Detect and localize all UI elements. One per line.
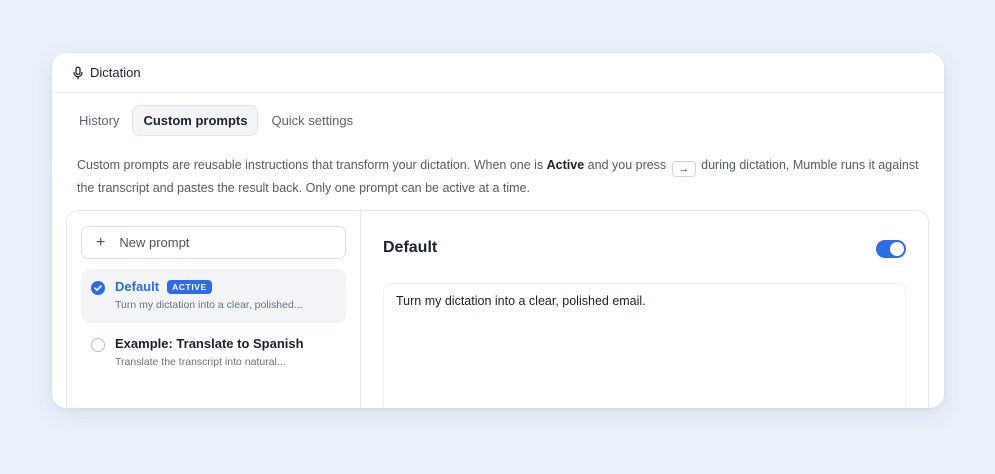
prompt-item-translate[interactable]: Example: Translate to Spanish Translate … [81,326,346,380]
description-text-2: and you press [584,158,670,172]
prompt-description: Turn my dictation into a clear, polished… [115,299,303,311]
prompt-detail-title: Default [383,239,438,256]
checkmark-icon [91,281,105,295]
prompt-name-text: Example: Translate to Spanish [115,336,304,351]
toggle-knob [890,242,904,256]
prompts-panel: + New prompt Default ACTIVE Turn my dict… [66,210,929,408]
dictation-window: Dictation History Custom prompts Quick s… [52,53,944,408]
new-prompt-button[interactable]: + New prompt [81,226,346,259]
prompt-item-default[interactable]: Default ACTIVE Turn my dictation into a … [81,269,346,323]
prompt-text-editor[interactable]: Turn my dictation into a clear, polished… [383,283,906,408]
tab-quick-settings[interactable]: Quick settings [260,105,364,136]
prompt-name-text: Default [115,279,160,294]
description-active-word: Active [546,158,585,172]
new-prompt-label: New prompt [119,235,190,250]
radio-icon[interactable] [91,338,105,352]
arrow-key-icon: → [671,161,696,177]
tab-bar: History Custom prompts Quick settings [68,105,366,136]
prompt-detail: Default Turn my dictation into a clear, … [361,211,928,408]
prompt-active-toggle[interactable] [876,240,906,258]
tab-custom-prompts[interactable]: Custom prompts [132,105,259,136]
description-text-1: Custom prompts are reusable instructions… [77,158,547,172]
active-badge: ACTIVE [167,279,212,294]
prompt-description: Translate the transcript into natural... [115,356,286,368]
prompt-name: Default ACTIVE [115,279,212,294]
prompt-list-sidebar: + New prompt Default ACTIVE Turn my dict… [67,211,361,408]
tab-history[interactable]: History [68,105,130,136]
title-bar: Dictation [52,53,944,93]
microphone-icon [71,66,85,80]
plus-icon: + [96,233,106,251]
window-title: Dictation [90,65,141,80]
prompt-name: Example: Translate to Spanish [115,336,304,351]
custom-prompts-description: Custom prompts are reusable instructions… [77,154,927,199]
